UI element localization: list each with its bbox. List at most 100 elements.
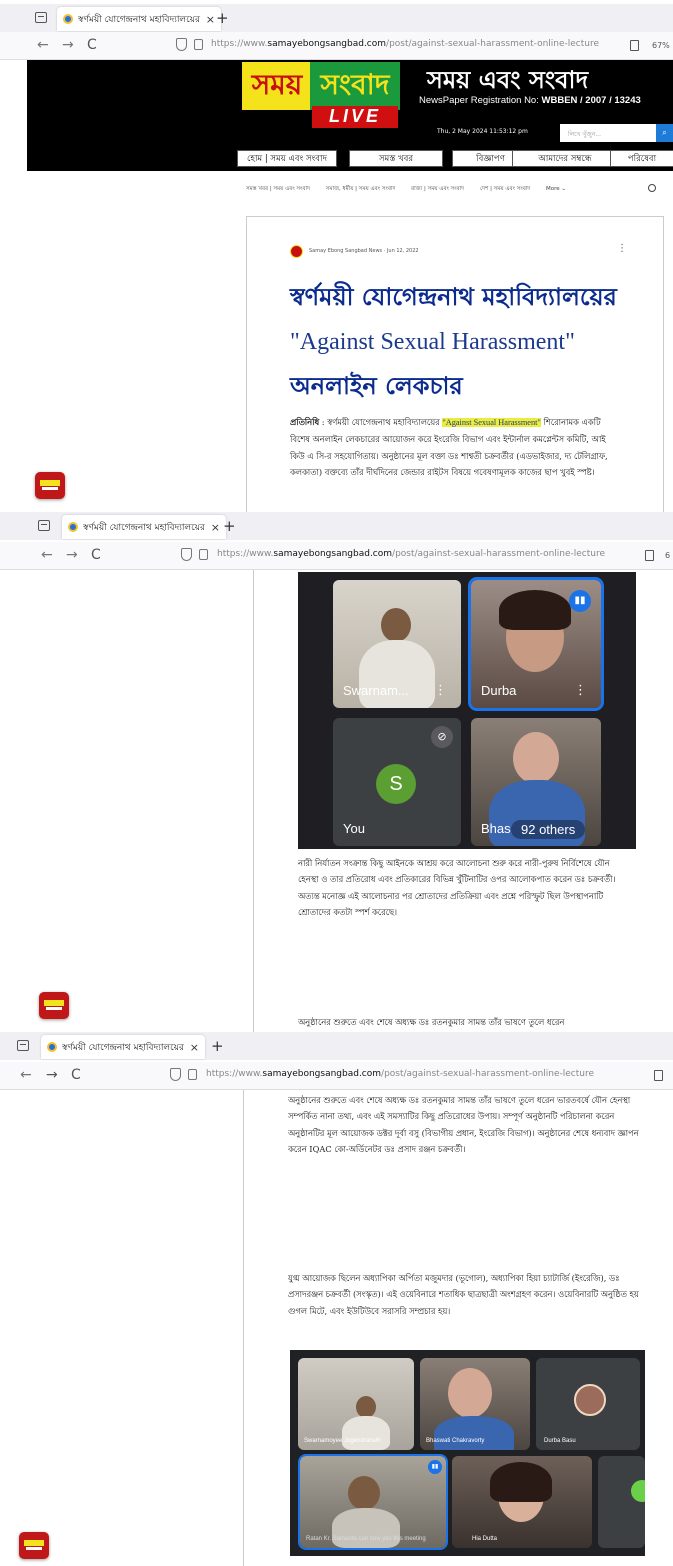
- author-avatar[interactable]: [290, 245, 303, 258]
- participant-tile-cut: [598, 1456, 645, 1548]
- reader-view-icon[interactable]: [630, 40, 639, 51]
- meeting-screenshot-1: Swarnam... ⋮ ▮▮ Durba ⋮ ⊘ S You Bhas 92 …: [298, 572, 636, 849]
- tab-bar: স্বর্ণময়ী যোগেন্দ্রনাথ মহাবিদ্যালয়ের "…: [0, 512, 673, 540]
- screenshot-3: স্বর্ণময়ী যোগেন্দ্রনাথ মহাবিদ্যালয়ের "…: [0, 1032, 673, 1566]
- browser-tab[interactable]: স্বর্ণময়ী যোগেন্দ্রনাথ মহাবিদ্যালয়ের "…: [57, 7, 221, 31]
- article-paragraph-4: যুগ্ম আয়োজক ছিলেন অধ্যাপিকা অর্পিতা মজু…: [288, 1273, 639, 1316]
- new-tab-button[interactable]: +: [216, 9, 229, 27]
- participant-tile-bhaswati: Bhaswati Chakravorty: [420, 1358, 530, 1450]
- category-nav: সমস্ত খবর | সময় এবং সংবাদ সমাজ, ধর্মীয়…: [246, 186, 580, 194]
- site-logo[interactable]: সময়: [242, 62, 312, 110]
- site-search-input[interactable]: লিখে খুঁজুন...: [560, 124, 656, 142]
- participant-name: Durba Basu: [544, 1438, 576, 1444]
- back-button[interactable]: ←: [20, 1067, 32, 1083]
- participant-name: Swarnam...: [343, 683, 409, 698]
- join-notification: Ratan Kr. Samanta can now join this meet…: [306, 1536, 426, 1542]
- participant-tile-hia: Hia Dutta: [452, 1456, 592, 1548]
- forward-button[interactable]: →: [66, 547, 78, 563]
- menu-home[interactable]: হোম | সময় এবং সংবাদ: [237, 150, 337, 167]
- floating-logo-badge[interactable]: [19, 1532, 49, 1559]
- search-icon[interactable]: ⌕: [656, 124, 673, 142]
- participant-tile-swarnam: Swarnam... ⋮: [333, 580, 461, 708]
- tab-close-icon[interactable]: ×: [206, 13, 215, 26]
- lock-icon[interactable]: [188, 1069, 197, 1080]
- site-favicon-icon: [63, 14, 73, 24]
- back-button[interactable]: ←: [41, 547, 53, 563]
- lock-icon[interactable]: [199, 549, 208, 560]
- navigation-bar: ← → C https://www.samayebongsangbad.com/…: [0, 542, 673, 570]
- floating-logo-badge[interactable]: [39, 992, 69, 1019]
- participant-tile-bhas: Bhas 92 others: [471, 718, 601, 846]
- reader-view-icon[interactable]: [645, 550, 654, 561]
- content-divider: [243, 1090, 244, 1566]
- back-button[interactable]: ←: [37, 37, 49, 53]
- reader-view-icon[interactable]: [654, 1070, 663, 1081]
- category-all-news[interactable]: সমস্ত খবর | সময় এবং সংবাদ: [246, 186, 310, 192]
- url-bar[interactable]: https://www.samayebongsangbad.com/post/a…: [211, 39, 599, 49]
- new-tab-button[interactable]: +: [223, 517, 236, 535]
- category-more[interactable]: More ⌄: [546, 186, 566, 192]
- participant-name: Bhaswati Chakravorty: [426, 1438, 485, 1444]
- tab-list-icon[interactable]: [17, 1040, 29, 1051]
- site-logo-part2[interactable]: সংবাদ: [310, 62, 400, 110]
- more-options-icon[interactable]: ⋮: [617, 243, 627, 254]
- browser-tab[interactable]: স্বর্ণময়ী যোগেন্দ্রনাথ মহাবিদ্যালয়ের "…: [41, 1035, 205, 1059]
- tab-close-icon[interactable]: ×: [190, 1041, 199, 1054]
- category-state[interactable]: রাজ্য | সময় এবং সংবাদ: [411, 186, 464, 192]
- url-bar[interactable]: https://www.samayebongsangbad.com/post/a…: [217, 549, 605, 559]
- category-society[interactable]: সমাজ, ধর্মীয় | সময় এবং সংবাদ: [326, 186, 396, 192]
- category-country[interactable]: দেশ | সময় এবং সংবাদ: [480, 186, 530, 192]
- screenshot-2: স্বর্ণময়ী যোগেন্দ্রনাথ মহাবিদ্যালয়ের "…: [0, 512, 673, 1032]
- participant-tile-durba: ▮▮ Durba ⋮: [468, 577, 604, 711]
- participant-tile-durba-basu: Durba Basu: [536, 1358, 640, 1450]
- registration-number: NewsPaper Registration No: WBBEN / 2007 …: [419, 95, 641, 106]
- forward-button[interactable]: →: [46, 1067, 58, 1083]
- reload-button[interactable]: C: [71, 1067, 81, 1083]
- tab-list-icon[interactable]: [38, 520, 50, 531]
- browser-tab[interactable]: স্বর্ণময়ী যোগেন্দ্রনাথ মহাবিদ্যালয়ের "…: [62, 515, 226, 539]
- article-paragraph-3: অনুষ্ঠানের শুরুতে এবং শেষে অধ্যক্ষ ডঃ রত…: [288, 1095, 639, 1155]
- tab-bar: স্বর্ণময়ী যোগেন্দ্রনাথ মহাবিদ্যালয়ের "…: [0, 1032, 673, 1060]
- article-title: স্বর্ণময়ী যোগেন্দ্রনাথ মহাবিদ্যালয়ের "…: [290, 282, 617, 400]
- screenshot-1: স্বর্ণময়ী যোগেন্দ্রনাথ মহাবিদ্যালয়ের "…: [0, 0, 673, 512]
- participant-tile-ratan: ▮▮ Ratan Kr. Samanta can now join this m…: [298, 1454, 448, 1550]
- menu-all-news[interactable]: সমস্ত খবর: [349, 150, 443, 167]
- tab-bar: স্বর্ণময়ী যোগেন্দ্রনাথ মহাবিদ্যালয়ের "…: [0, 4, 673, 32]
- tracking-shield-icon[interactable]: [176, 38, 187, 51]
- navigation-bar: ← → C https://www.samayebongsangbad.com/…: [0, 1062, 673, 1090]
- url-bar[interactable]: https://www.samayebongsangbad.com/post/a…: [206, 1069, 594, 1079]
- others-count-badge[interactable]: 92 others: [511, 820, 586, 839]
- site-header: সময় সংবাদ LIVE সময় এবং সংবাদ NewsPaper…: [27, 60, 673, 171]
- zoom-level[interactable]: 6: [665, 551, 670, 560]
- article-paragraph-1: প্রতিনিধি : স্বর্ণময়ী যোগেন্দ্রনাথ মহাব…: [290, 417, 608, 478]
- participant-menu-icon[interactable]: ⋮: [574, 683, 587, 698]
- speaking-indicator-icon: ▮▮: [569, 590, 591, 612]
- menu-services[interactable]: পরিষেবা: [610, 150, 673, 167]
- post-meta: Samay Ebong Sangbad News · Jun 12, 2022: [309, 248, 419, 254]
- menu-about-us[interactable]: আমাদের সম্বন্ধে: [512, 150, 618, 167]
- reload-button[interactable]: C: [91, 547, 101, 563]
- content-divider: [253, 570, 254, 1032]
- site-favicon-icon: [47, 1042, 57, 1052]
- category-search-icon[interactable]: [648, 184, 656, 192]
- site-favicon-icon: [68, 522, 78, 532]
- forward-button[interactable]: →: [62, 37, 74, 53]
- new-tab-button[interactable]: +: [211, 1037, 224, 1055]
- zoom-level[interactable]: 67%: [652, 41, 670, 50]
- participant-tile-you: ⊘ S You: [333, 718, 461, 846]
- tracking-shield-icon[interactable]: [181, 548, 192, 561]
- participant-tile-swarnamoyee: Swarnamoyee Jogendranath: [298, 1358, 414, 1450]
- reload-button[interactable]: C: [87, 37, 97, 53]
- participant-menu-icon[interactable]: ⋮: [434, 683, 447, 698]
- tracking-shield-icon[interactable]: [170, 1068, 181, 1081]
- tab-list-icon[interactable]: [35, 12, 47, 23]
- tab-title: স্বর্ণময়ী যোগেন্দ্রনাথ মহাবিদ্যালয়ের "…: [62, 1042, 185, 1053]
- tab-close-icon[interactable]: ×: [211, 521, 220, 534]
- meeting-screenshot-2: Swarnamoyee Jogendranath Bhaswati Chakra…: [290, 1350, 645, 1556]
- participant-name: You: [343, 821, 365, 836]
- participant-name: Durba: [481, 683, 517, 698]
- floating-logo-badge[interactable]: [35, 472, 65, 499]
- tab-title: স্বর্ণময়ী যোগেন্দ্রনাথ মহাবিদ্যালয়ের "…: [83, 522, 206, 533]
- article-paragraph-3-preview: অনুষ্ঠানের শুরুতে এবং শেষে অধ্যক্ষ ডঃ রত…: [298, 1017, 565, 1027]
- lock-icon[interactable]: [194, 39, 203, 50]
